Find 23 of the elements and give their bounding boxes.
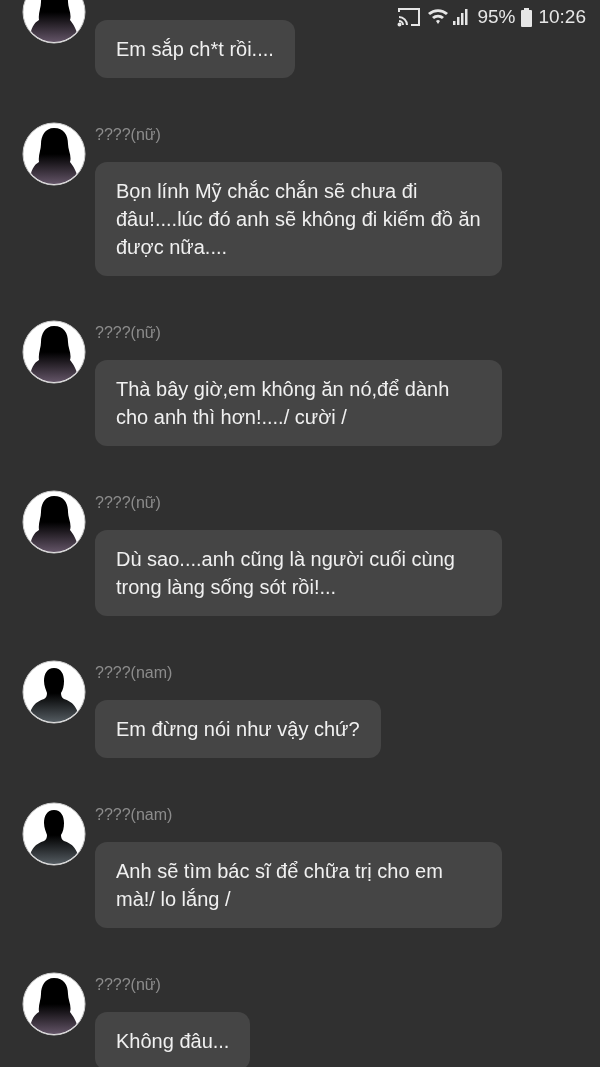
sender-name: ????(nữ) bbox=[95, 324, 161, 341]
message-bubble: Dù sao....anh cũng là người cuối cùng trong làng sống sót rồi!... bbox=[95, 530, 502, 616]
avatar-silhouette-icon bbox=[22, 320, 86, 384]
sender-name: ????(nữ) bbox=[95, 976, 161, 993]
avatar-silhouette-icon bbox=[22, 122, 86, 186]
avatar-silhouette-icon bbox=[22, 490, 86, 554]
message-bubble: Thà bây giờ,em không ăn nó,để dành cho anh thì hơn!..../ cười / bbox=[95, 360, 502, 446]
message-bubble: Em đừng nói như vậy chứ? bbox=[95, 700, 381, 758]
message-bubble: Anh sẽ tìm bác sĩ để chữa trị cho em mà!/ lo lắng / bbox=[95, 842, 502, 928]
message-bubble: Bọn lính Mỹ chắc chắn sẽ chưa đi đâu!....lúc đó anh sẽ không đi kiếm đồ ăn được nữa.... bbox=[95, 162, 502, 276]
avatar-silhouette-icon bbox=[22, 972, 86, 1036]
battery-percentage: 95% bbox=[477, 6, 516, 28]
sender-name: ????(nam) bbox=[95, 664, 173, 681]
avatar-silhouette-icon bbox=[22, 660, 86, 724]
battery-icon bbox=[521, 7, 533, 27]
cast-icon bbox=[397, 7, 422, 27]
avatar-silhouette-icon bbox=[22, 802, 86, 866]
sender-name: ????(nữ) bbox=[95, 494, 161, 511]
message-bubble: Không đâu... bbox=[95, 1012, 251, 1067]
clock-time: 10:26 bbox=[538, 6, 586, 28]
sender-name: ????(nam) bbox=[95, 806, 173, 823]
sender-name: ????(nữ) bbox=[95, 126, 161, 143]
message-bubble: Em sắp ch*t rồi.... bbox=[95, 20, 295, 78]
